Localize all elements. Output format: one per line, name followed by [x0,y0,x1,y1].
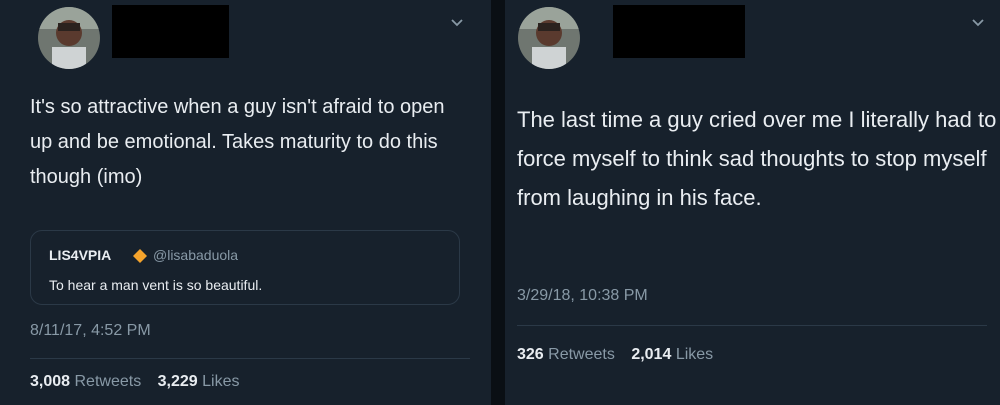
retweets-count[interactable]: 3,008 [30,373,70,390]
chevron-down-icon[interactable] [971,18,985,28]
tweet-timestamp[interactable]: 8/11/17, 4:52 PM [30,322,151,340]
separator [30,358,470,359]
panel-divider [491,0,505,405]
tweet-text: It's so attractive when a guy isn't afra… [30,96,445,188]
quoted-author-name: LIS4VPIA [49,247,112,263]
quoted-author-handle: @lisabaduola [153,247,239,263]
retweets-label[interactable]: Retweets [548,346,615,363]
tweet-stats: 326 Retweets 2,014 Likes [517,346,718,364]
tweet-text: The last time a guy cried over me I lite… [517,107,997,210]
tweet-card-left: It's so attractive when a guy isn't afra… [0,0,491,405]
quoted-tweet[interactable]: LIS4VPIA @lisabaduola To hear a man vent… [30,230,460,305]
retweets-label[interactable]: Retweets [75,373,142,390]
quoted-tweet-text: To hear a man vent is so beautiful. [49,277,263,293]
likes-count[interactable]: 3,229 [158,373,198,390]
chevron-down-icon[interactable] [450,18,464,28]
tweet-card-right: The last time a guy cried over me I lite… [505,0,1000,405]
retweets-count[interactable]: 326 [517,346,544,363]
redacted-name-block [112,5,229,58]
likes-label[interactable]: Likes [676,346,713,363]
redacted-name-block [613,5,745,58]
tweet-stats: 3,008 Retweets 3,229 Likes [30,373,245,391]
verified-badge-icon [133,249,147,263]
likes-label[interactable]: Likes [202,373,239,390]
separator [517,325,987,326]
avatar[interactable] [38,7,100,69]
tweet-timestamp[interactable]: 3/29/18, 10:38 PM [517,287,648,305]
likes-count[interactable]: 2,014 [631,346,671,363]
avatar[interactable] [518,7,580,69]
